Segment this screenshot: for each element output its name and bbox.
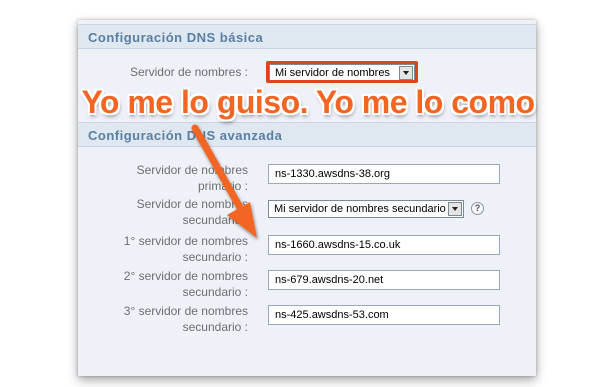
ns2-label-line1: 2° servidor de nombres [123,269,248,283]
ns3-label: 3° servidor de nombres secundario : [124,303,248,335]
annotation-caption: Yo me lo guiso. Yo me lo como [81,84,535,120]
ns3-input[interactable]: ns-425.awsdns-53.com [268,305,500,325]
ns1-label-line2: secundario : [182,250,248,264]
ns3-label-line2: secundario : [182,320,248,334]
primary-nameserver-label-line2: primario : [197,179,248,193]
secondary-nameserver-label-line1: Servidor de nombres [136,197,248,211]
secondary-nameserver-label: Servidor de nombres secundario : [137,196,248,228]
advanced-dns-title: Configuración DNS avanzada [88,128,283,143]
secondary-nameserver-select-value: Mi servidor de nombres secundario [274,203,446,215]
ns1-label: 1° servidor de nombres secundario : [124,233,248,265]
advanced-dns-header: Configuración DNS avanzada [78,122,536,147]
basic-dns-header: Configuración DNS básica [78,24,536,49]
secondary-nameserver-label-line2: secundario : [182,213,248,227]
nameserver-highlight [266,61,418,83]
basic-dns-title: Configuración DNS básica [88,30,264,45]
ns1-input[interactable]: ns-1660.awsdns-15.co.uk [268,235,500,255]
primary-nameserver-input[interactable]: ns-1330.awsdns-38.org [268,164,500,184]
nameserver-label: Servidor de nombres : [129,65,248,79]
primary-nameserver-label-line1: Servidor de nombres [136,163,248,177]
ns3-label-line1: 3° servidor de nombres [123,304,248,318]
chevron-down-icon[interactable] [448,202,462,216]
ns2-input[interactable]: ns-679.awsdns-20.net [268,270,500,290]
ns2-label-line2: secundario : [182,285,248,299]
ns1-label-line1: 1° servidor de nombres [123,234,248,248]
secondary-nameserver-select[interactable]: Mi servidor de nombres secundario [268,200,464,218]
primary-nameserver-label: Servidor de nombres primario : [137,162,248,194]
help-icon[interactable]: ? [471,202,484,215]
ns2-label: 2° servidor de nombres secundario : [124,268,248,300]
